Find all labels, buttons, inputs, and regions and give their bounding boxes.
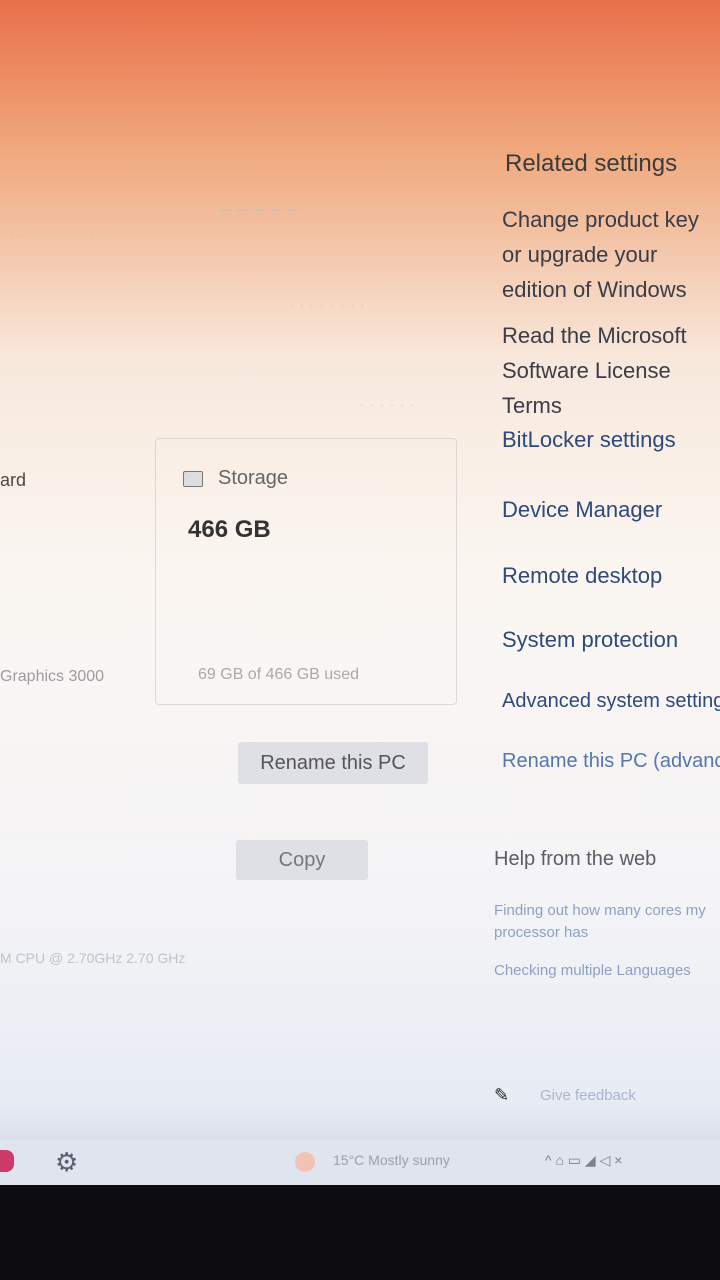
- link-license-terms[interactable]: Read the Microsoft Software License Term…: [502, 318, 720, 423]
- storage-value: 466 GB: [188, 516, 271, 543]
- cpu-label: M CPU @ 2.70GHz 2.70 GHz: [0, 950, 186, 966]
- link-rename-pc-advanced[interactable]: Rename this PC (advanced): [502, 744, 720, 779]
- drive-icon: [183, 471, 203, 487]
- link-change-product-key[interactable]: Change product key or upgrade your editi…: [502, 202, 720, 307]
- help-from-web-title: Help from the web: [494, 848, 657, 870]
- give-feedback-link[interactable]: Give feedback: [540, 1087, 636, 1104]
- link-remote-desktop[interactable]: Remote desktop: [502, 558, 662, 593]
- system-tray[interactable]: ^ ⌂ ▭ ◢ ◁ ×: [545, 1152, 622, 1169]
- taskbar: 15°C Mostly sunny ^ ⌂ ▭ ◢ ◁ ×: [0, 1140, 720, 1185]
- link-bitlocker[interactable]: BitLocker settings: [502, 422, 676, 457]
- monitor-bezel: [0, 1185, 720, 1280]
- gear-icon[interactable]: ⚙: [55, 1147, 78, 1178]
- rename-pc-button[interactable]: Rename this PC: [238, 742, 428, 784]
- help-link-languages[interactable]: Checking multiple Languages: [494, 960, 691, 982]
- link-advanced-system-settings[interactable]: Advanced system settings: [502, 684, 720, 719]
- help-link-cores[interactable]: Finding out how many cores my processor …: [494, 900, 720, 944]
- weather-icon: [295, 1152, 315, 1172]
- copy-button[interactable]: Copy: [236, 840, 368, 880]
- storage-used: 69 GB of 466 GB used: [198, 666, 359, 683]
- feedback-icon: ✎: [494, 1085, 510, 1105]
- screen: ard Storage 466 GB 69 GB of 466 GB used …: [0, 0, 720, 1185]
- graphics-label: Graphics 3000: [0, 668, 105, 685]
- link-system-protection[interactable]: System protection: [502, 622, 678, 657]
- app-icon[interactable]: [0, 1150, 14, 1172]
- left-partial-label: ard: [0, 470, 27, 490]
- weather-text[interactable]: 15°C Mostly sunny: [333, 1152, 450, 1168]
- noise-mark: · · · · · · · ·: [290, 300, 367, 311]
- storage-card: Storage 466 GB 69 GB of 466 GB used: [155, 438, 457, 705]
- noise-mark: · · · · · · · · · ·: [10, 230, 107, 241]
- storage-label: Storage: [218, 467, 289, 489]
- noise-mark: — — — — —: [220, 205, 300, 216]
- noise-mark: · · · · · ·: [360, 400, 416, 411]
- link-device-manager[interactable]: Device Manager: [502, 492, 662, 527]
- related-settings-title: Related settings: [505, 150, 678, 177]
